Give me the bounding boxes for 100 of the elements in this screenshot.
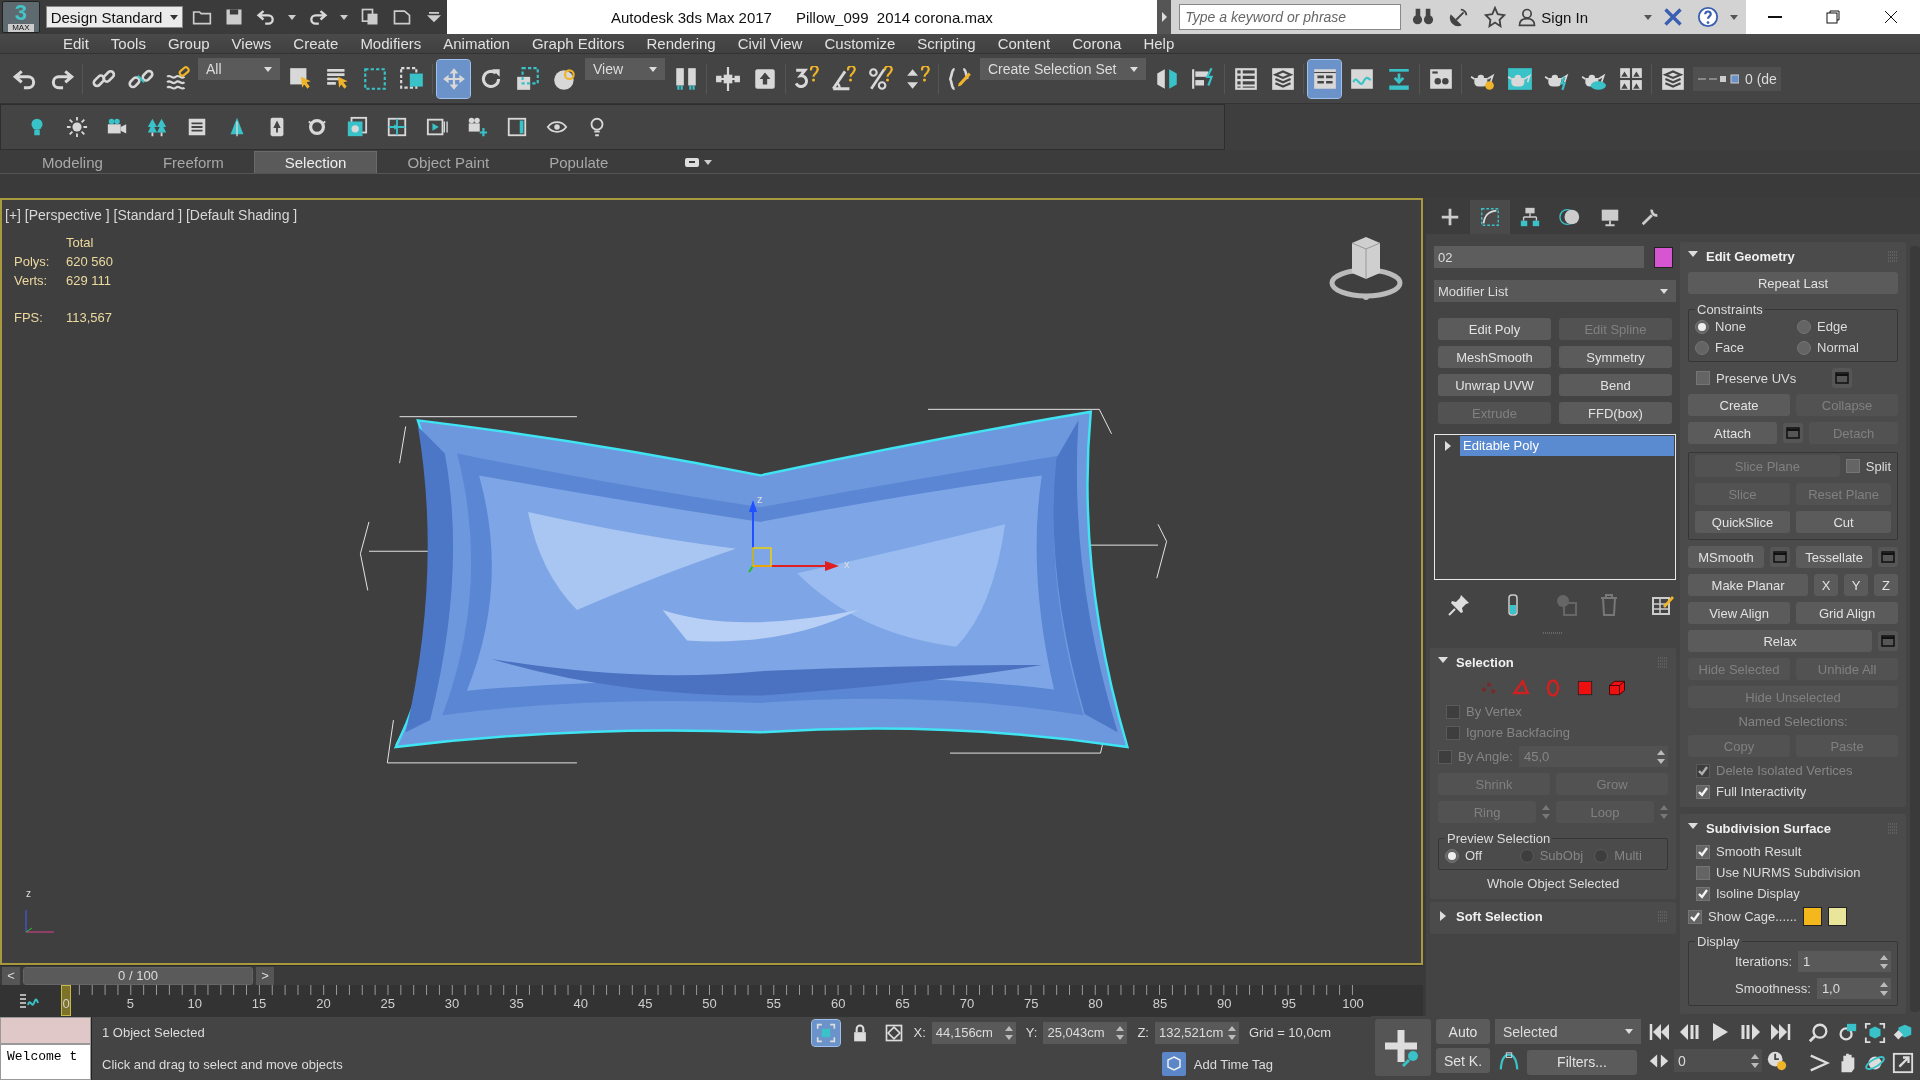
file-name: Pillow_099 2014 corona.max <box>795 8 993 26</box>
panel-button[interactable]: Grid Align <box>1796 602 1899 624</box>
menu-item[interactable]: Customize <box>813 35 907 52</box>
previous-frame-button[interactable]: < <box>2 966 20 985</box>
panel-button[interactable]: View Align <box>1688 602 1791 624</box>
checkbox-label: Smooth Result <box>1716 844 1802 859</box>
spinner-label: Iterations: <box>1735 954 1793 969</box>
frame-number: 45 <box>637 996 653 1011</box>
panel-button[interactable]: Create <box>1688 394 1791 416</box>
panel-button[interactable]: Repeat Last <box>1688 272 1899 294</box>
panel-button[interactable]: Attach <box>1688 422 1778 444</box>
menu-item[interactable]: Help <box>1132 35 1186 52</box>
ribbon-tab[interactable]: Populate <box>519 151 639 173</box>
ribbon-tab[interactable]: Object Paint <box>377 151 520 173</box>
axis-label: z <box>757 493 763 505</box>
ribbon-tab[interactable]: Selection <box>253 151 378 173</box>
menu-item[interactable]: Views <box>220 35 283 52</box>
status-text: Named Selections: <box>1738 714 1848 729</box>
menu-item[interactable]: Rendering <box>635 35 727 52</box>
key-filter-dropdown[interactable]: Selected <box>1495 1019 1641 1044</box>
coordinate-field[interactable]: 132,521cm <box>1155 1021 1239 1044</box>
current-frame-field[interactable]: 0 <box>1674 1049 1762 1072</box>
coordinate-field[interactable]: 44,156cm <box>931 1021 1016 1044</box>
frame-number: 35 <box>509 996 524 1011</box>
menu-item[interactable]: Graph Editors <box>520 35 636 52</box>
prompt-text: Click and drag to select and move objects <box>102 1056 343 1072</box>
frame-number: 75 <box>1024 996 1039 1011</box>
ribbon-tab[interactable]: Freeform <box>132 151 254 173</box>
app-title: Autodesk 3ds Max 2017 <box>611 8 772 26</box>
coordinate-label: Y: <box>1025 1025 1038 1041</box>
dropdown[interactable]: All <box>198 58 280 80</box>
checkbox-label: By Angle: <box>1458 749 1513 764</box>
frame-number: 0 <box>62 996 70 1011</box>
panel-button[interactable]: Z <box>1874 574 1899 596</box>
coordinate-field[interactable]: 25,043cm <box>1043 1021 1128 1044</box>
panel-button[interactable]: Relax <box>1688 630 1873 652</box>
panel-button[interactable]: MSmooth <box>1688 546 1765 568</box>
workspace-dropdown[interactable]: Design Standard <box>45 6 183 28</box>
panel-button[interactable]: X <box>1814 574 1839 596</box>
status-text: Whole Object Selected <box>1486 876 1620 891</box>
dropdown[interactable]: Create Selection Set <box>980 58 1146 80</box>
menu-item[interactable]: Content <box>986 35 1062 52</box>
menu-item[interactable]: Civil View <box>726 35 814 52</box>
radio-label: None <box>1715 319 1747 334</box>
search-field[interactable]: Type a keyword or phrase <box>1179 4 1402 30</box>
modifier-stack[interactable]: Editable Poly <box>1434 434 1676 580</box>
ribbon-tab[interactable]: Modeling <box>12 151 133 173</box>
rollout-title[interactable]: Selection <box>1456 654 1649 670</box>
radio-label: SubObj <box>1539 848 1584 863</box>
menu-item[interactable]: Scripting <box>906 35 987 52</box>
menu-item[interactable]: Create <box>282 35 350 52</box>
viewport-label[interactable]: [+] [Perspective ] [Standard ] [Default Shading ] <box>5 207 298 223</box>
checkbox-label: Full Interactivity <box>1716 784 1807 799</box>
panel-button[interactable]: QuickSlice <box>1695 511 1791 533</box>
key-filters-button[interactable]: Filters... <box>1527 1049 1637 1075</box>
frame-number: 85 <box>1152 996 1168 1011</box>
time-slider-thumb[interactable]: 0 / 100 <box>23 966 253 985</box>
panel-button[interactable]: Cut <box>1796 511 1892 533</box>
panel-button[interactable]: Tessellate <box>1796 546 1873 568</box>
menu-item[interactable]: Tools <box>99 35 157 52</box>
stack-item[interactable]: Editable Poly <box>1460 436 1674 456</box>
spinner-field[interactable]: 1 <box>1798 951 1892 972</box>
modifier-button[interactable]: Symmetry <box>1559 346 1672 368</box>
panel-button[interactable]: Make Planar <box>1688 574 1809 596</box>
frame-number: 70 <box>959 996 975 1011</box>
panel-button[interactable]: Y <box>1844 574 1869 596</box>
menu-item[interactable]: Corona <box>1061 35 1133 52</box>
spinner-field[interactable]: 1,0 <box>1816 978 1892 999</box>
layer-dropdown[interactable]: 0 (de <box>1693 66 1781 91</box>
stat-label: Verts: <box>14 273 49 288</box>
menu-item[interactable]: Modifiers <box>349 35 433 52</box>
rollout-title[interactable]: Edit Geometry <box>1706 248 1880 264</box>
object-name-field[interactable]: 02 <box>1434 246 1644 268</box>
rollout-title[interactable]: Subdivision Surface <box>1706 820 1880 836</box>
checkbox-label: Split <box>1865 458 1892 474</box>
modifier-button[interactable]: Bend <box>1559 374 1672 396</box>
frame-number: 30 <box>444 996 460 1011</box>
rollout-title[interactable]: Soft Selection <box>1456 908 1649 924</box>
script-output-field[interactable]: Welcome t <box>0 1044 91 1080</box>
stat-label: FPS: <box>14 310 44 325</box>
menu-item[interactable]: Group <box>156 35 221 52</box>
set-key-mode-button[interactable]: Set K. <box>1436 1048 1490 1073</box>
application-button[interactable]: 3 MAX <box>2 1 40 33</box>
modifier-button[interactable]: Unwrap UVW <box>1438 374 1551 396</box>
checkbox-label: Use NURMS Subdivision <box>1716 865 1861 880</box>
frame-number: 95 <box>1281 996 1296 1011</box>
sign-in-button[interactable]: Sign In <box>1517 7 1588 27</box>
menu-item[interactable]: Edit <box>52 35 100 52</box>
axis-label: x <box>844 558 850 570</box>
axis-label: z <box>26 888 31 899</box>
dropdown[interactable]: View <box>585 58 665 80</box>
add-time-tag-button[interactable]: Add Time Tag <box>1161 1052 1273 1077</box>
modifier-button[interactable]: MeshSmooth <box>1438 346 1551 368</box>
next-frame-button[interactable]: > <box>256 966 274 985</box>
menu-item[interactable]: Animation <box>432 35 521 52</box>
frame-number: 55 <box>766 996 782 1011</box>
modifier-button[interactable]: Edit Poly <box>1438 318 1551 340</box>
modifier-list-dropdown[interactable]: Modifier List <box>1434 280 1676 302</box>
auto-key-button[interactable]: Auto <box>1436 1019 1490 1044</box>
modifier-button[interactable]: FFD(box) <box>1559 402 1672 424</box>
